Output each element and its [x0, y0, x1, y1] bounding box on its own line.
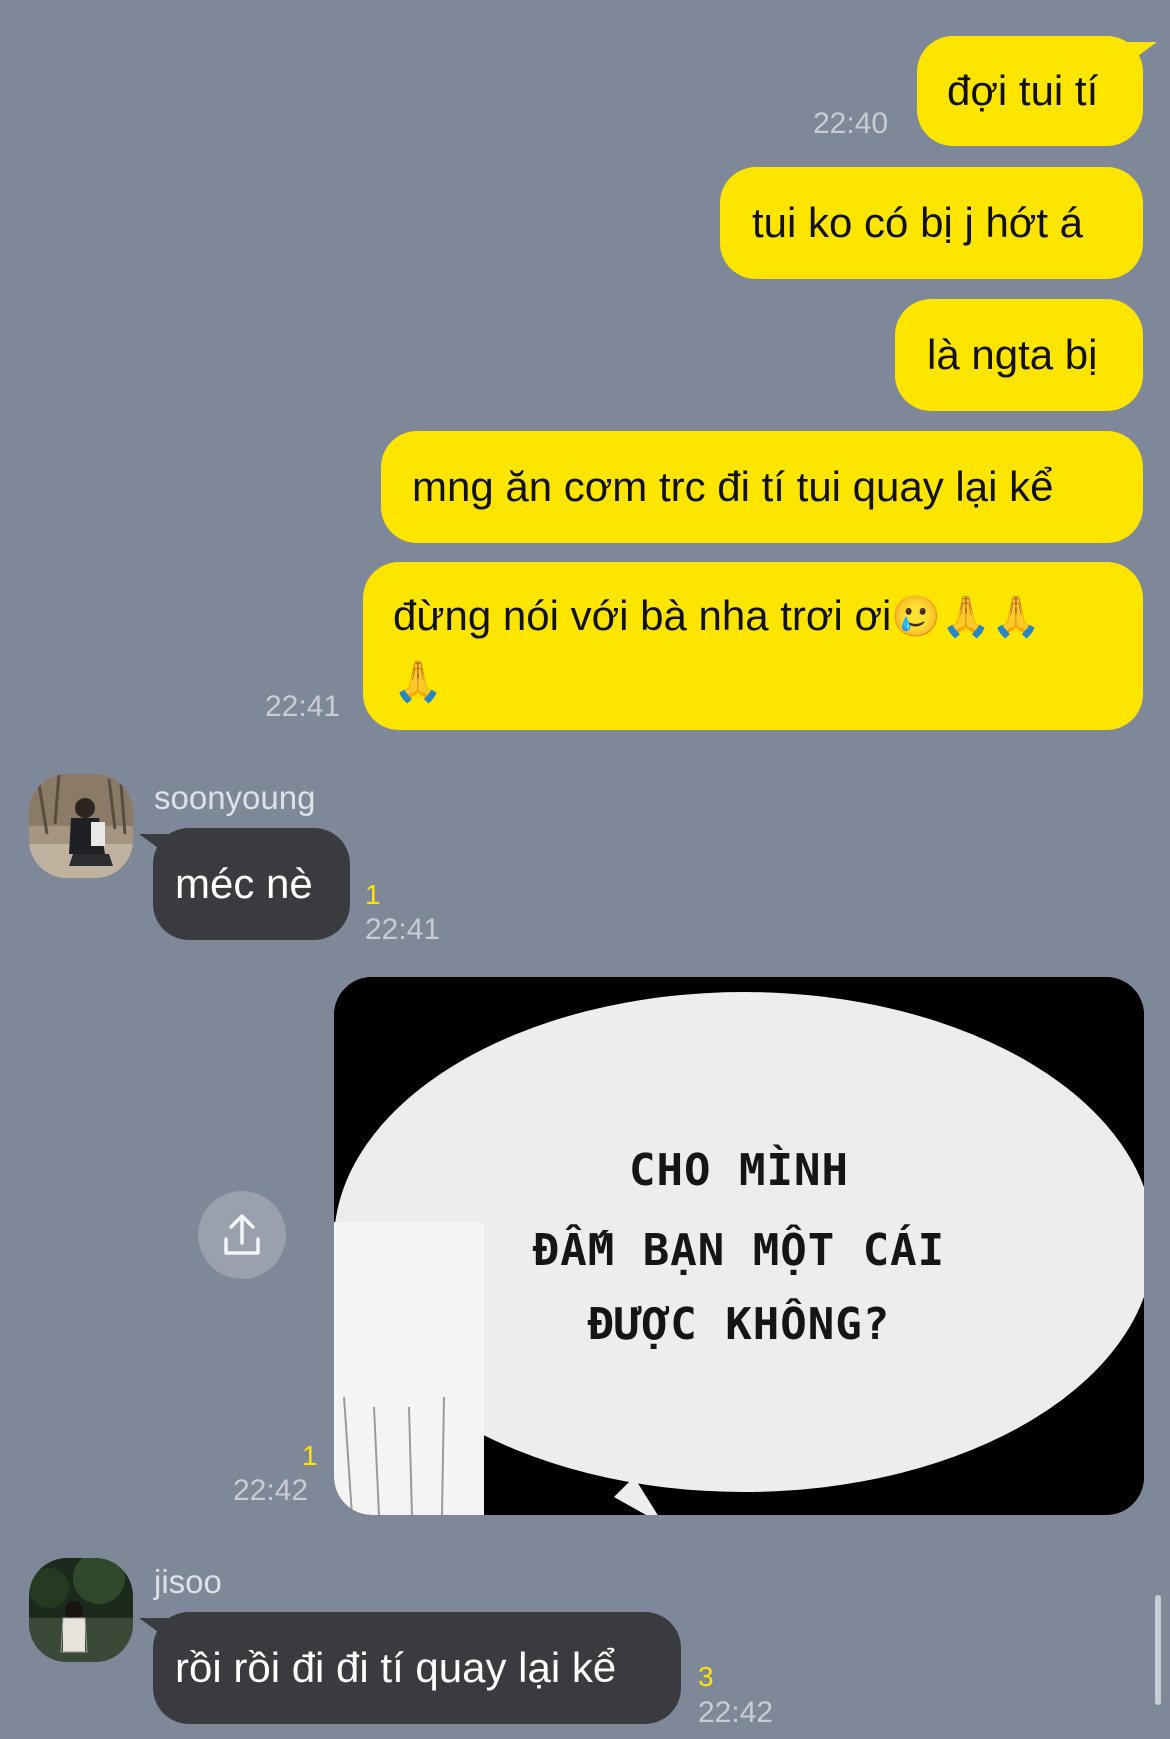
outgoing-message-1[interactable]: đợi tui tí [917, 36, 1157, 146]
message-text: đợi tui tí [947, 67, 1099, 114]
message-text: rồi rồi đi đi tí quay lại kể [175, 1644, 617, 1691]
message-time: 22:42 [698, 1696, 774, 1729]
message-time: 22:42 [233, 1474, 309, 1507]
message-text: đừng nói với bà nha trơi ơi [393, 592, 892, 639]
share-button[interactable] [198, 1191, 286, 1279]
emoji-cry-pray: 🥲🙏🙏 [891, 594, 1041, 640]
message-text: là ngta bị [927, 331, 1098, 378]
message-text: méc nè [175, 860, 313, 907]
image-caption-line-3: ĐƯỢC KHÔNG? [587, 1299, 891, 1350]
image-caption-line-1: CHO MÌNH [629, 1145, 849, 1196]
incoming-message-2[interactable]: rồi rồi đi đi tí quay lại kể [139, 1612, 681, 1724]
sender-name: soonyoung [154, 779, 316, 816]
unread-count: 1 [302, 1440, 318, 1471]
outgoing-message-3[interactable]: là ngta bị [895, 299, 1143, 411]
scrollbar[interactable] [1155, 1595, 1161, 1705]
image-caption-line-2: ĐẤM BẠN MỘT CÁI [532, 1225, 946, 1276]
unread-count: 3 [698, 1661, 714, 1692]
message-text: mng ăn cơm trc đi tí tui quay lại kể [412, 463, 1054, 510]
message-time: 22:41 [365, 913, 441, 946]
avatar-jisoo[interactable] [29, 1558, 133, 1662]
share-icon [224, 1214, 260, 1255]
message-time: 22:41 [265, 690, 341, 723]
emoji-pray: 🙏 [393, 659, 443, 705]
image-message[interactable]: CHO MÌNH ĐẤM BẠN MỘT CÁI ĐƯỢC KHÔNG? [334, 977, 1144, 1515]
incoming-message-1[interactable]: méc nè [139, 828, 350, 940]
sender-name: jisoo [154, 1563, 222, 1600]
message-time: 22:40 [813, 107, 889, 140]
unread-count: 1 [365, 879, 381, 910]
avatar-soonyoung[interactable] [29, 774, 133, 878]
outgoing-message-4[interactable]: mng ăn cơm trc đi tí tui quay lại kể [381, 431, 1143, 543]
outgoing-message-2[interactable]: tui ko có bị j hớt á [720, 167, 1143, 279]
message-text: tui ko có bị j hớt á [752, 199, 1084, 246]
outgoing-message-5[interactable]: đừng nói với bà nha trơi ơi🥲🙏🙏 🙏 [363, 562, 1143, 730]
